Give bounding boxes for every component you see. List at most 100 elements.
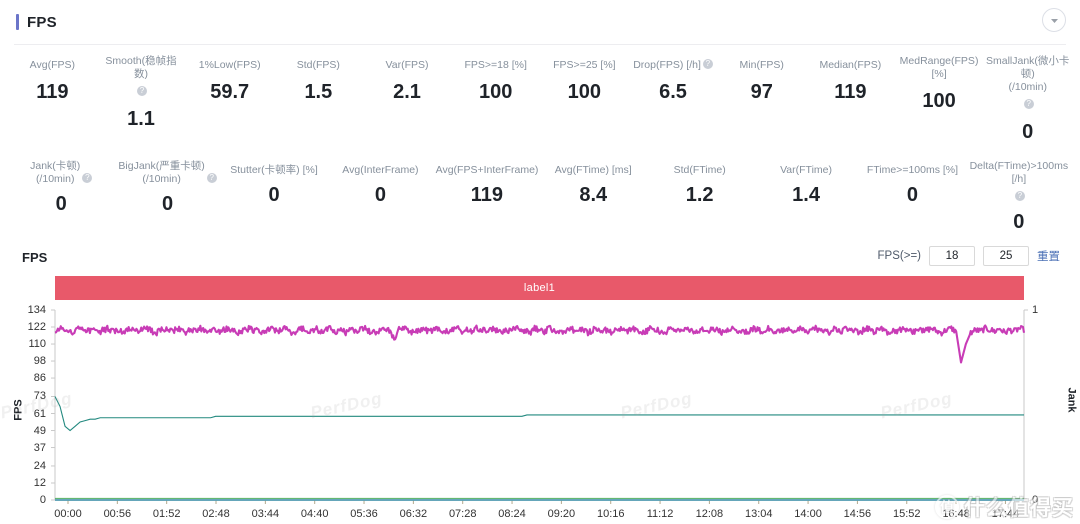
help-icon[interactable]: ?	[82, 172, 93, 183]
fps-threshold-high-input[interactable]	[983, 246, 1029, 266]
stat-cell: SmallJank(微小卡顿) (/10min)? 0	[983, 55, 1072, 144]
stat-label: Jank(卡顿) (/10min)?	[10, 160, 112, 187]
stat-cell: FPS>=18 [%] 100	[451, 55, 540, 144]
plot-area: FPS Jank 0 12 24 37 49 61 73 86 98 110 122 134 01 0…	[0, 300, 1080, 524]
stat-value: 59.7	[210, 81, 250, 103]
collapse-panel-button[interactable]	[1042, 8, 1066, 32]
stat-value: 119	[36, 81, 69, 103]
stat-value: 1.1	[127, 108, 155, 130]
plot-canvas[interactable]	[0, 300, 1080, 524]
fps-threshold-controls: FPS(>=) 重置	[878, 246, 1060, 266]
stat-value: 0	[268, 184, 280, 206]
stat-cell: Avg(FPS+InterFrame) 119	[434, 160, 540, 234]
stat-value: 119	[834, 81, 867, 103]
stat-label-text: Min(FPS)	[739, 59, 784, 71]
stat-value: 1.5	[304, 81, 333, 103]
stat-label: FPS>=25 [%]	[542, 55, 627, 73]
stat-cell: Std(FPS) 1.5	[274, 55, 363, 144]
chevron-down-icon	[1049, 15, 1060, 26]
page-title: FPS	[27, 13, 57, 31]
stat-value: 100	[479, 81, 513, 103]
stat-cell: Smooth(稳帧指数)? 1.1	[97, 55, 186, 144]
stat-label: FTime>=100ms [%]	[861, 160, 963, 178]
stat-label-text: FTime>=100ms [%]	[866, 164, 959, 176]
stat-cell: BigJank(严重卡顿) (/10min)? 0	[114, 160, 220, 234]
stat-value: 119	[470, 184, 503, 206]
fps-threshold-label: FPS(>=)	[877, 250, 921, 262]
stat-label: 1%Low(FPS)	[187, 55, 272, 73]
stat-label-text: Std(FTime)	[673, 164, 726, 176]
stat-cell: Avg(InterFrame) 0	[327, 160, 433, 234]
stat-cell: Stutter(卡顿率) [%] 0	[221, 160, 327, 234]
stat-label: Avg(InterFrame)	[329, 160, 431, 178]
stat-label-text: SmallJank(微小卡顿) (/10min)	[986, 55, 1070, 93]
label-band[interactable]: label1	[55, 276, 1024, 300]
series-line-fps	[54, 324, 1026, 364]
stat-label-text: Var(FPS)	[385, 59, 429, 71]
stat-cell: 1%Low(FPS) 59.7	[185, 55, 274, 144]
stats-row-primary: Avg(FPS) 119 Smooth(稳帧指数)? 1.1 1%Low(FPS) 59.…	[0, 45, 1080, 150]
stat-label-text: Smooth(稳帧指数)	[105, 55, 177, 80]
stat-cell: MedRange(FPS)[%] 100	[895, 55, 984, 144]
stat-value: 0	[1013, 211, 1025, 233]
stat-label: Avg(FTime) [ms]	[542, 160, 644, 178]
stat-cell: Min(FPS) 97	[717, 55, 806, 144]
stat-label: Stutter(卡顿率) [%]	[223, 160, 325, 178]
fps-threshold-low-input[interactable]	[929, 246, 975, 266]
help-icon[interactable]: ?	[1023, 98, 1034, 109]
help-icon[interactable]: ?	[206, 172, 217, 183]
stat-label-text: MedRange(FPS)[%]	[899, 55, 979, 80]
stat-label: Avg(FPS+InterFrame)	[435, 160, 539, 178]
help-icon[interactable]: ?	[137, 85, 147, 96]
fps-chart-section: FPS FPS(>=) 重置 label1 FPS Jank 012243749…	[0, 244, 1080, 524]
stat-label: Std(FPS)	[276, 55, 361, 73]
stat-label: MedRange(FPS)[%]	[897, 55, 982, 82]
help-icon[interactable]: ?	[702, 58, 713, 69]
stat-label-text: Avg(FTime) [ms]	[554, 164, 632, 176]
stat-label: Smooth(稳帧指数)?	[99, 55, 184, 100]
title-accent-bar	[16, 14, 19, 30]
stat-value: 0	[374, 184, 386, 206]
stat-value: 97	[750, 81, 773, 103]
stat-value: 100	[567, 81, 602, 103]
stat-value: 0	[906, 184, 919, 206]
stat-value: 0	[162, 193, 174, 215]
stat-label: Var(FPS)	[365, 55, 450, 73]
stat-cell: Median(FPS) 119	[806, 55, 895, 144]
stat-label-text: 1%Low(FPS)	[198, 59, 261, 71]
stat-label-text: Stutter(卡顿率) [%]	[230, 164, 318, 176]
stat-label-text: FPS>=25 [%]	[553, 59, 616, 71]
stat-value: 0	[55, 193, 67, 215]
stat-label-text: Jank(卡顿) (/10min)	[30, 160, 81, 185]
stat-label: BigJank(严重卡顿) (/10min)?	[116, 160, 218, 187]
stat-label: FPS>=18 [%]	[453, 55, 538, 73]
stat-value: 0	[1022, 121, 1034, 143]
stat-label-text: Std(FPS)	[296, 59, 340, 71]
stat-cell: Var(FTime) 1.4	[753, 160, 859, 234]
stat-value: 8.4	[579, 184, 608, 206]
stat-cell: Std(FTime) 1.2	[646, 160, 752, 234]
stat-label: Avg(FPS)	[10, 55, 95, 73]
stats-row-secondary: Jank(卡顿) (/10min)? 0 BigJank(严重卡顿) (/10min…	[0, 150, 1080, 240]
stat-label: Median(FPS)	[808, 55, 893, 73]
stat-label: SmallJank(微小卡顿) (/10min)?	[985, 55, 1070, 113]
chart-toolbar: FPS FPS(>=) 重置	[0, 244, 1080, 270]
stat-label-text: Avg(InterFrame)	[342, 164, 419, 176]
stat-cell: FPS>=25 [%] 100	[540, 55, 629, 144]
stat-label: Drop(FPS) [/h]?	[631, 55, 716, 73]
help-icon[interactable]: ?	[1014, 190, 1025, 201]
stat-label: Std(FTime)	[648, 160, 750, 178]
stat-label-text: Drop(FPS) [/h]	[633, 59, 701, 71]
stat-label-text: Avg(FPS+InterFrame)	[435, 164, 539, 176]
stat-value: 1.2	[685, 184, 714, 206]
perfdog-fps-panel: FPS Avg(FPS) 119 Smooth(稳帧指数)? 1.1 1%Low(FPS…	[0, 0, 1080, 524]
stat-label-text: Avg(FPS)	[29, 59, 75, 71]
stat-label: Delta(FTime)>100ms [/h]?	[968, 160, 1070, 205]
stat-label-text: BigJank(严重卡顿) (/10min)	[118, 160, 205, 185]
chart-title: FPS	[22, 249, 48, 265]
stat-value: 1.4	[792, 184, 820, 206]
stat-cell: FTime>=100ms [%] 0	[859, 160, 965, 234]
reset-button[interactable]: 重置	[1037, 248, 1060, 264]
panel-header: FPS	[0, 0, 1080, 44]
stat-cell: Avg(FPS) 119	[8, 55, 97, 144]
